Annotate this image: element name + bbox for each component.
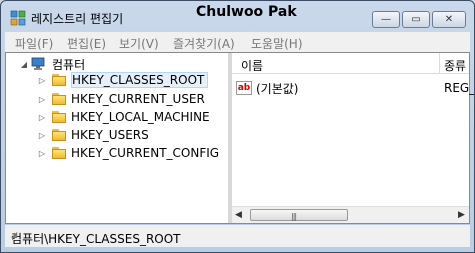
tree-item-label: HKEY_LOCAL_MACHINE xyxy=(71,110,210,124)
expand-arrow-icon[interactable]: ▷ xyxy=(38,95,46,104)
menu-favorites[interactable]: 즐겨찾기(A) xyxy=(173,35,235,52)
tree-item-label: HKEY_USERS xyxy=(71,128,149,142)
status-bar: 컴퓨터\HKEY_CLASSES_ROOT ◢ xyxy=(5,225,470,247)
tree-item-label: HKEY_CLASSES_ROOT xyxy=(71,72,209,88)
resize-grip-icon[interactable]: ◢ xyxy=(11,230,468,246)
horizontal-scrollbar[interactable]: ◀ ||| ▶ xyxy=(232,206,469,223)
scroll-left-icon[interactable]: ◀ xyxy=(235,210,242,220)
tree-item-hkcr[interactable]: ▷ HKEY_CLASSES_ROOT xyxy=(38,71,209,89)
value-type: REG_ xyxy=(444,81,475,95)
grip-icon: ||| xyxy=(291,212,297,221)
column-header-name[interactable]: 이름 xyxy=(241,57,263,74)
expand-arrow-icon[interactable]: ▷ xyxy=(38,76,46,85)
maximize-button[interactable]: ▭ xyxy=(402,11,430,28)
regedit-icon xyxy=(10,10,26,26)
expand-arrow-icon[interactable]: ▷ xyxy=(38,131,46,140)
app-title: 레지스트리 편집기 xyxy=(31,12,124,26)
computer-icon xyxy=(31,57,45,70)
minimize-icon: — xyxy=(381,14,391,25)
tree-root-label: 컴퓨터 xyxy=(52,57,86,72)
user-title: Chulwoo Pak xyxy=(196,4,297,20)
folder-icon xyxy=(52,129,66,141)
value-name: (기본값) xyxy=(256,81,299,96)
menu-edit[interactable]: 편집(E) xyxy=(67,35,106,52)
menu-view[interactable]: 보기(V) xyxy=(119,35,159,52)
list-header: 이름 종류 xyxy=(232,53,469,74)
menu-bar: 파일(F) 편집(E) 보기(V) 즐겨찾기(A) 도움말(H) xyxy=(5,32,470,52)
expand-arrow-icon[interactable]: ▷ xyxy=(38,149,46,158)
folder-icon xyxy=(52,74,66,86)
string-value-icon: ab xyxy=(236,81,252,95)
regedit-window: 레지스트리 편집기 Chulwoo Pak — ▭ ✕ 파일(F) 편집(E) … xyxy=(0,0,475,253)
folder-icon xyxy=(52,147,66,159)
close-icon: ✕ xyxy=(444,14,454,25)
title-bar: 레지스트리 편집기 Chulwoo Pak — ▭ ✕ xyxy=(1,1,474,31)
tree-item-hkcu[interactable]: ▷ HKEY_CURRENT_USER xyxy=(38,90,205,108)
menu-file[interactable]: 파일(F) xyxy=(15,35,53,52)
maximize-icon: ▭ xyxy=(411,14,421,25)
main-content: ◢ 컴퓨터 ▷ HKEY_CLASSES_ROOT ▷ HKEY_CURRENT… xyxy=(5,52,474,224)
scrollbar-thumb[interactable]: ||| xyxy=(250,209,348,221)
values-list: 이름 종류 ab (기본값) REG_ ◀ ||| ▶ xyxy=(232,53,474,223)
minimize-button[interactable]: — xyxy=(372,11,400,28)
expand-arrow-icon[interactable]: ▷ xyxy=(38,113,46,122)
tree-item-label: HKEY_CURRENT_USER xyxy=(71,92,205,106)
close-button[interactable]: ✕ xyxy=(432,11,466,28)
folder-icon xyxy=(52,93,66,105)
list-item[interactable]: ab (기본값) REG_ xyxy=(236,79,474,97)
scroll-right-icon[interactable]: ▶ xyxy=(458,210,465,220)
tree-item-hku[interactable]: ▷ HKEY_USERS xyxy=(38,126,149,144)
tree-item-hklm[interactable]: ▷ HKEY_LOCAL_MACHINE xyxy=(38,108,210,126)
folder-icon xyxy=(52,111,66,123)
collapse-arrow-icon[interactable]: ◢ xyxy=(20,60,28,69)
registry-tree: ◢ 컴퓨터 ▷ HKEY_CLASSES_ROOT ▷ HKEY_CURRENT… xyxy=(6,53,228,223)
column-header-type[interactable]: 종류 xyxy=(444,57,466,74)
tree-item-label: HKEY_CURRENT_CONFIG xyxy=(71,146,220,160)
column-divider[interactable] xyxy=(439,53,440,73)
tree-item-hkcc[interactable]: ▷ HKEY_CURRENT_CONFIG xyxy=(38,144,219,162)
menu-help[interactable]: 도움말(H) xyxy=(251,35,303,52)
